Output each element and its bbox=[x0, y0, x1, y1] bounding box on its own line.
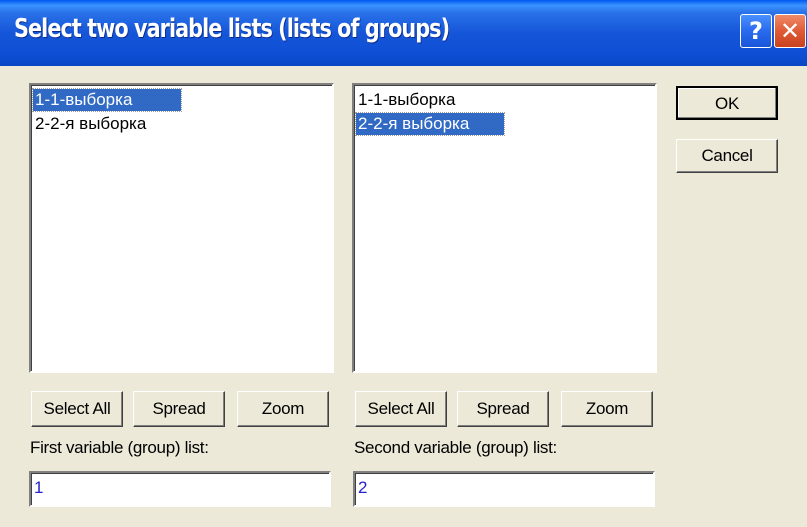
ok-button[interactable]: OK bbox=[676, 86, 778, 120]
first-spread-button[interactable]: Spread bbox=[133, 391, 225, 427]
close-icon: ✕ bbox=[779, 17, 801, 45]
second-select-all-button[interactable]: Select All bbox=[355, 391, 447, 427]
second-zoom-button[interactable]: Zoom bbox=[561, 391, 653, 427]
first-select-all-button[interactable]: Select All bbox=[31, 391, 123, 427]
close-button[interactable]: ✕ bbox=[774, 14, 806, 48]
second-list-item-1[interactable]: 1-1-выборка bbox=[356, 89, 455, 111]
second-list-label: Second variable (group) list: bbox=[354, 438, 557, 457]
help-button[interactable]: ? bbox=[740, 14, 772, 48]
first-list-item-2[interactable]: 2-2-я выборка bbox=[33, 113, 146, 135]
first-list-item-1[interactable]: 1-1-выборка bbox=[32, 88, 182, 112]
first-variable-listbox[interactable]: 1-1-выборка 2-2-я выборка bbox=[29, 83, 334, 373]
second-spread-button[interactable]: Spread bbox=[457, 391, 549, 427]
title-bar[interactable]: Select two variable lists (lists of grou… bbox=[0, 0, 807, 66]
help-icon: ? bbox=[749, 17, 763, 45]
cancel-button[interactable]: Cancel bbox=[676, 139, 778, 173]
dialog-title: Select two variable lists (lists of grou… bbox=[14, 14, 450, 44]
first-list-label: First variable (group) list: bbox=[30, 438, 209, 457]
dialog-window: Select two variable lists (lists of grou… bbox=[0, 0, 807, 527]
second-list-item-2[interactable]: 2-2-я выборка bbox=[355, 112, 505, 136]
first-zoom-button[interactable]: Zoom bbox=[237, 391, 329, 427]
first-variable-field[interactable]: 1 bbox=[29, 471, 331, 507]
second-variable-field[interactable]: 2 bbox=[353, 471, 655, 507]
second-variable-listbox[interactable]: 1-1-выборка 2-2-я выборка bbox=[352, 83, 657, 373]
